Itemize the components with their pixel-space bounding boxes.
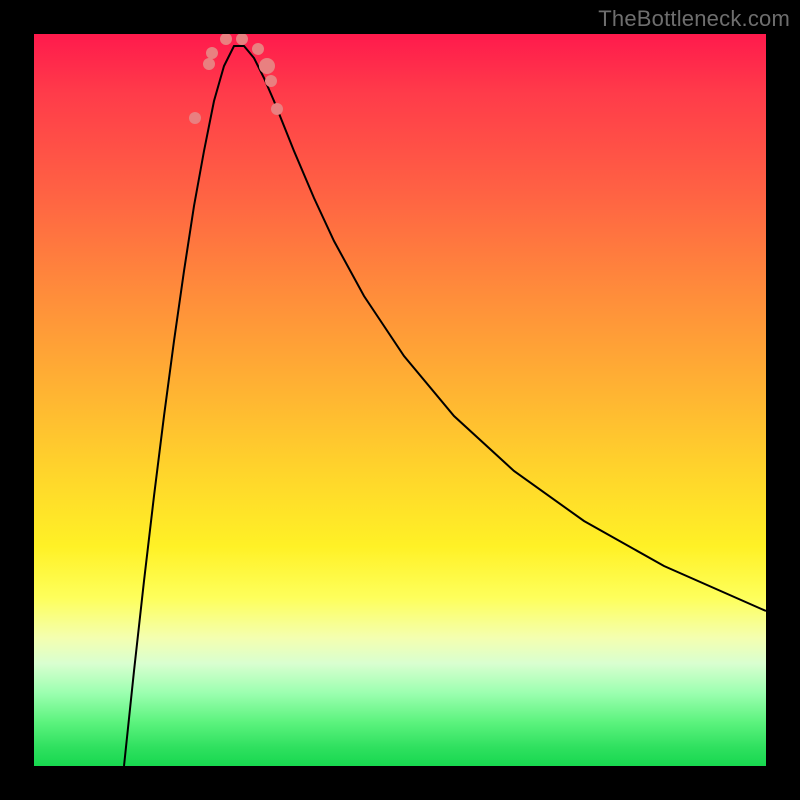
curve-layer [34,34,766,766]
curve-marker [271,103,283,115]
curve-path [124,46,766,766]
plot-area [34,34,766,766]
curve-marker [259,58,275,74]
bottleneck-curve [124,46,766,766]
watermark-text: TheBottleneck.com [598,6,790,32]
curve-marker [189,112,201,124]
chart-frame: TheBottleneck.com [0,0,800,800]
curve-marker [265,75,277,87]
curve-marker [203,58,215,70]
curve-marker [220,34,232,45]
curve-marker [236,34,248,45]
curve-marker [206,47,218,59]
curve-markers [189,34,283,124]
curve-marker [252,43,264,55]
